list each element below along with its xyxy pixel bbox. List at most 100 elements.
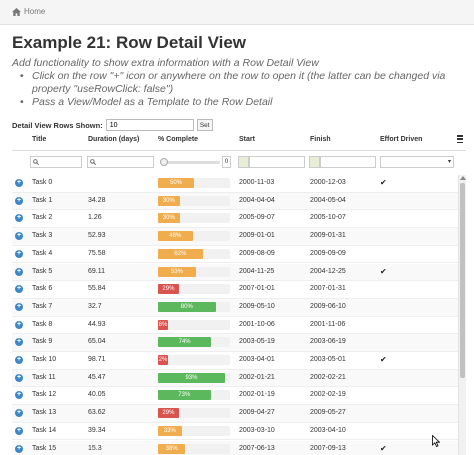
cell-start: 2003-05-19 [239, 338, 275, 346]
expand-row-icon[interactable]: + [15, 391, 23, 400]
percent-complete-bar: 2% [158, 355, 168, 365]
cell-duration: 34.28 [88, 196, 106, 204]
table-row[interactable]: + Task 3 52.93 48% 2009-01-01 2009-01-31 [12, 228, 458, 246]
cell-title: Task 4 [32, 249, 53, 257]
expand-row-icon[interactable]: + [15, 179, 23, 187]
cell-title: Task 2 [32, 214, 53, 222]
cell-finish: 2009-01-31 [310, 232, 346, 240]
cell-duration: 40.05 [88, 391, 106, 399]
cell-duration: 63.62 [88, 409, 106, 417]
expand-row-icon[interactable]: + [15, 320, 23, 329]
cell-finish: 2003-04-10 [310, 426, 346, 434]
duration-filter[interactable] [87, 156, 154, 168]
table-row[interactable]: + Task 8 44.93 8% 2001-10-06 2001-11-06 [12, 317, 458, 335]
start-filter[interactable] [249, 156, 305, 168]
percent-complete-bar: 33% [158, 425, 182, 436]
cell-start: 2001-10-06 [239, 320, 275, 328]
table-row[interactable]: + Task 4 75.58 62% 2009-08-09 2009-09-09 [12, 246, 458, 264]
expand-row-icon[interactable]: + [15, 426, 23, 435]
cell-title: Task 15 [32, 444, 57, 452]
table-row[interactable]: + Task 10 98.71 2% 2003-04-01 2003-05-01 ✔ [12, 352, 458, 370]
header-duration[interactable]: Duration (days) [88, 136, 139, 143]
expand-row-icon[interactable]: + [15, 232, 23, 241]
cell-title: Task 5 [32, 267, 53, 275]
percent-complete-bar: 62% [158, 248, 203, 259]
percent-complete-bar: 30% [158, 213, 180, 224]
percent-complete-bar: 29% [158, 408, 179, 419]
cell-duration: 39.34 [88, 426, 106, 434]
expand-row-icon[interactable]: + [15, 302, 23, 311]
expand-row-icon[interactable]: + [15, 285, 23, 294]
cell-finish: 2003-06-19 [310, 338, 346, 346]
percent-complete-track: 8% [158, 319, 230, 330]
expand-row-icon[interactable]: + [15, 356, 23, 364]
home-link[interactable]: Home [12, 7, 45, 16]
cell-start: 2003-03-10 [239, 426, 275, 434]
detail-rows-input[interactable] [105, 119, 194, 131]
expand-row-icon[interactable]: + [15, 409, 23, 418]
cell-title: Task 7 [32, 302, 53, 310]
cell-start: 2007-01-01 [239, 285, 275, 293]
percent-complete-track: 93% [158, 372, 230, 383]
cell-finish: 2007-01-31 [310, 285, 346, 293]
data-grid: Title Duration (days) % Complete Start F… [12, 133, 466, 455]
start-date-operator[interactable] [238, 156, 249, 168]
cell-title: Task 13 [32, 409, 57, 417]
table-row[interactable]: + Task 9 65.04 74% 2003-05-19 2003-06-19 [12, 334, 458, 352]
expand-row-icon[interactable]: + [15, 444, 23, 453]
cell-start: 2002-01-21 [239, 373, 275, 381]
table-row[interactable]: + Task 12 40.05 73% 2002-01-19 2002-02-19 [12, 387, 458, 406]
header-finish[interactable]: Finish [310, 136, 331, 143]
table-row[interactable]: + Task 5 69.11 53% 2004-11-25 2004-12-25 ✔ [12, 263, 458, 282]
percent-complete-track: 62% [158, 248, 230, 259]
cell-start: 2004-04-04 [239, 196, 275, 204]
cell-finish: 2007-09-13 [310, 444, 346, 452]
table-row[interactable]: + Task 2 1.26 30% 2005-09-07 2005-10-07 [12, 210, 458, 229]
expand-row-icon[interactable]: + [15, 267, 23, 276]
complete-slider[interactable] [162, 161, 220, 164]
cell-title: Task 9 [32, 338, 53, 346]
table-row[interactable]: + Task 1 34.28 30% 2004-04-04 2004-05-04 [12, 192, 458, 211]
header-effort[interactable]: Effort Driven [380, 136, 422, 143]
header-start[interactable]: Start [239, 136, 255, 143]
cell-title: Task 14 [32, 426, 57, 434]
scroll-up-arrow-icon[interactable] [460, 176, 466, 180]
cell-start: 2002-01-19 [239, 391, 275, 399]
finish-date-operator[interactable] [309, 156, 320, 168]
cell-finish: 2009-06-10 [310, 302, 346, 310]
table-row[interactable]: + Task 6 55.84 29% 2007-01-01 2007-01-31 [12, 281, 458, 299]
effort-check-icon: ✔ [380, 178, 387, 187]
cell-duration: 32.7 [88, 302, 102, 310]
title-filter[interactable] [30, 156, 82, 168]
grid-menu-icon[interactable] [457, 135, 463, 143]
cell-duration: 55.84 [88, 285, 106, 293]
vertical-scrollbar[interactable] [458, 175, 466, 455]
home-label[interactable]: Home [24, 7, 45, 16]
table-row[interactable]: + Task 15 15.3 38% 2007-06-13 2007-09-13 ✔ [12, 440, 458, 455]
feature-list: Click on the row "+" icon or anywhere on… [20, 70, 470, 109]
expand-row-icon[interactable]: + [15, 214, 23, 223]
scrollbar-thumb[interactable] [460, 183, 465, 378]
complete-slider-handle[interactable] [160, 158, 168, 166]
header-title[interactable]: Title [32, 136, 46, 143]
table-row[interactable]: + Task 11 45.47 93% 2002-01-21 2002-02-21 [12, 369, 458, 388]
table-row[interactable]: + Task 0 50% 2000-11-03 2000-12-03 ✔ [12, 175, 458, 193]
table-row[interactable]: + Task 7 32.7 80% 2009-05-10 2009-06-10 [12, 298, 458, 317]
percent-complete-track: 38% [158, 443, 230, 454]
percent-complete-track: 33% [158, 425, 230, 436]
expand-row-icon[interactable]: + [15, 196, 23, 205]
grid-header: Title Duration (days) % Complete Start F… [12, 133, 466, 151]
set-button[interactable]: Set [196, 119, 213, 131]
expand-row-icon[interactable]: + [15, 373, 23, 382]
grid-body: + Task 0 50% 2000-11-03 2000-12-03 ✔ + Task 1 34… [12, 175, 458, 455]
percent-complete-bar: 8% [158, 319, 168, 330]
table-row[interactable]: + Task 14 39.34 33% 2003-03-10 2003-04-10 [12, 423, 458, 441]
header-complete[interactable]: % Complete [158, 136, 198, 143]
finish-filter[interactable] [320, 156, 376, 168]
table-row[interactable]: + Task 13 63.62 29% 2009-04-27 2009-05-27 [12, 405, 458, 423]
cell-finish: 2000-12-03 [310, 179, 346, 186]
expand-row-icon[interactable]: + [15, 249, 23, 258]
effort-filter-select[interactable] [380, 156, 454, 168]
expand-row-icon[interactable]: + [15, 338, 23, 347]
cell-start: 2007-06-13 [239, 444, 275, 452]
